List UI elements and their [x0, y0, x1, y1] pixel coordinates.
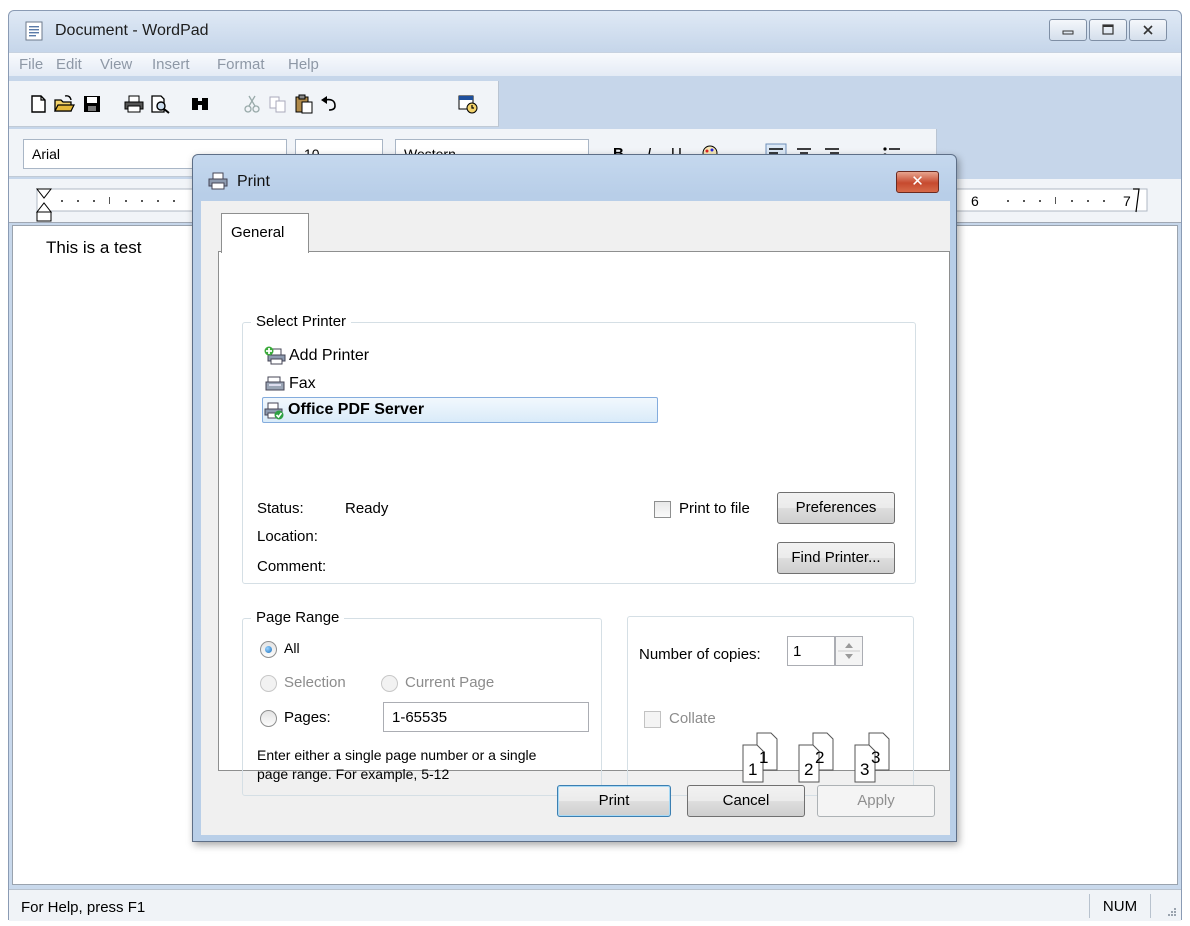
printer-name: Fax — [289, 375, 316, 392]
comment-label: Comment: — [257, 558, 327, 575]
save-disk-icon[interactable] — [81, 94, 103, 114]
close-icon — [1143, 25, 1153, 35]
print-icon[interactable] — [123, 94, 145, 114]
status-help-text: For Help, press F1 — [21, 899, 146, 916]
preferences-button[interactable]: Preferences — [777, 492, 895, 524]
pages-radio[interactable] — [260, 710, 277, 727]
print-button[interactable]: Print — [557, 785, 671, 817]
printer-default-icon — [264, 402, 284, 420]
print-to-file-checkbox[interactable] — [654, 501, 671, 518]
status-value: Ready — [345, 500, 389, 517]
all-radio[interactable] — [260, 641, 277, 658]
add-printer-icon — [264, 346, 286, 365]
maximize-button[interactable] — [1089, 19, 1127, 41]
paste-clipboard-icon[interactable] — [293, 94, 315, 114]
document-text[interactable]: This is a test — [46, 238, 141, 258]
menu-view[interactable]: View — [100, 56, 132, 73]
collate-label[interactable]: Collate — [669, 710, 716, 727]
tab-general[interactable]: General — [221, 213, 309, 253]
print-preview-icon[interactable] — [149, 94, 171, 114]
window-controls — [1049, 19, 1167, 41]
minimize-icon — [1062, 30, 1074, 35]
menu-file[interactable]: File — [19, 56, 43, 73]
copy-icon[interactable] — [267, 94, 289, 114]
copies-spinner[interactable] — [835, 636, 863, 666]
close-button[interactable] — [1129, 19, 1167, 41]
collate-checkbox[interactable] — [644, 711, 661, 728]
apply-button[interactable]: Apply — [817, 785, 935, 817]
spinner-arrows-icon — [838, 643, 860, 659]
dialog-close-button[interactable]: ✕ — [896, 171, 939, 193]
close-icon: ✕ — [911, 173, 924, 190]
collate-page-label: 3 — [871, 748, 881, 767]
pages-label[interactable]: Pages: — [284, 709, 331, 726]
page-range-hint-line1: Enter either a single page number or a s… — [257, 747, 537, 763]
open-folder-icon[interactable] — [53, 94, 75, 114]
menu-edit[interactable]: Edit — [56, 56, 82, 73]
find-printer-button[interactable]: Find Printer... — [777, 542, 895, 574]
find-binoculars-icon[interactable] — [189, 94, 211, 114]
dialog-title: Print — [237, 173, 270, 190]
printer-item-fax[interactable]: Fax — [264, 371, 316, 397]
menu-format[interactable]: Format — [217, 56, 265, 73]
title-bar[interactable]: Document - WordPad — [9, 11, 1181, 47]
maximize-icon — [1102, 24, 1114, 35]
status-label: Status: — [257, 500, 304, 517]
pages-input[interactable]: 1-65535 — [383, 702, 589, 732]
printer-name: Add Printer — [289, 347, 370, 364]
current-page-label[interactable]: Current Page — [405, 674, 494, 691]
collate-page-label: 2 — [804, 760, 814, 779]
window-title: Document - WordPad — [55, 22, 209, 39]
resize-grip-icon[interactable] — [1165, 905, 1177, 917]
printer-icon — [208, 172, 228, 190]
selection-label[interactable]: Selection — [284, 674, 346, 691]
collate-page-label: 3 — [860, 760, 870, 779]
insert-date-time-icon[interactable] — [457, 94, 479, 114]
location-label: Location: — [257, 528, 318, 545]
num-lock-indicator: NUM — [1089, 894, 1151, 918]
undo-arrow-icon[interactable] — [319, 94, 341, 114]
all-label[interactable]: All — [284, 640, 300, 656]
menu-insert[interactable]: Insert — [152, 56, 190, 73]
dialog-client-area: General Select Printer Add Printer Fax O… — [201, 201, 950, 835]
printer-name: Office PDF Server — [288, 401, 425, 418]
cancel-button[interactable]: Cancel — [687, 785, 805, 817]
page-range-hint-line2: page range. For example, 5-12 — [257, 766, 450, 782]
fax-icon — [265, 376, 285, 391]
select-printer-legend: Select Printer — [251, 313, 352, 330]
menu-bar: File Edit View Insert Format Help — [9, 52, 1181, 76]
copies-label: Number of copies: — [639, 646, 761, 663]
wordpad-document-icon — [25, 21, 43, 41]
current-page-radio[interactable] — [381, 675, 398, 692]
standard-toolbar — [9, 81, 499, 127]
status-bar: For Help, press F1 NUM — [9, 889, 1181, 921]
printer-item-add-printer[interactable]: Add Printer — [264, 343, 369, 369]
ruler-number-6: 6 — [971, 193, 979, 209]
collate-page-label: 2 — [815, 748, 825, 767]
collate-page-label: 1 — [759, 748, 769, 767]
minimize-button[interactable] — [1049, 19, 1087, 41]
selection-radio[interactable] — [260, 675, 277, 692]
menu-help[interactable]: Help — [288, 56, 319, 73]
cut-scissors-icon[interactable] — [241, 94, 263, 114]
print-to-file-label[interactable]: Print to file — [679, 500, 750, 517]
page-range-legend: Page Range — [251, 609, 345, 626]
printer-item-office-pdf-server[interactable]: Office PDF Server — [262, 397, 658, 423]
print-dialog: Print ✕ General Select Printer Add Print… — [192, 154, 957, 842]
collate-page-label: 1 — [748, 760, 758, 779]
general-tab-panel: Select Printer Add Printer Fax Office PD… — [218, 251, 950, 796]
new-document-icon[interactable] — [27, 94, 49, 114]
ruler-number-7: 7 — [1123, 193, 1131, 209]
copies-input[interactable]: 1 — [787, 636, 835, 666]
